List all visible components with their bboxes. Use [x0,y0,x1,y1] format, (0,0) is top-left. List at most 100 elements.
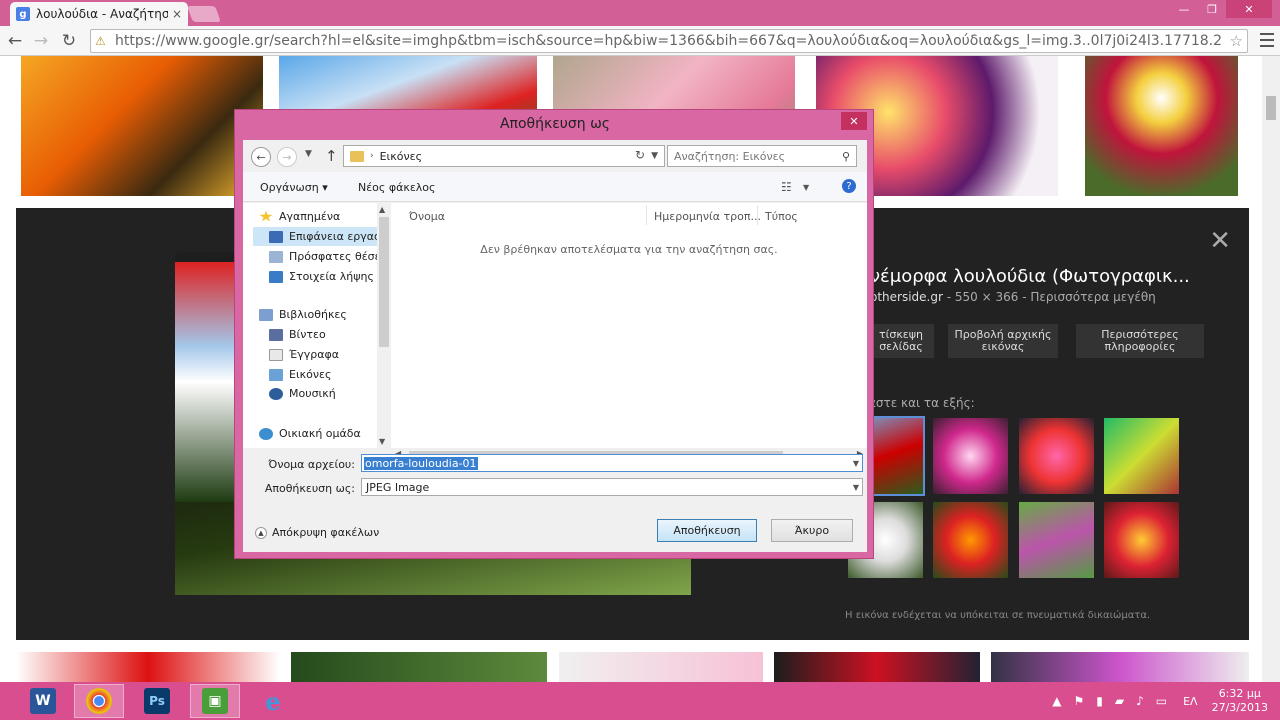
nav-recent-places[interactable]: Πρόσφατες θέσε [269,247,390,266]
image-result-thumbnail[interactable] [1085,56,1238,196]
taskbar-word[interactable]: W [18,684,68,718]
column-type-header[interactable]: Τύπος [765,210,798,223]
more-info-button[interactable]: Περισσότερες πληροφορίες [1076,324,1204,358]
visit-page-button[interactable]: τίσκεψη σελίδας [868,324,934,358]
preview-source-domain[interactable]: otherside.gr [870,290,943,304]
folder-path-box[interactable]: › Εικόνες ▼ [343,145,665,167]
page-scrollbar-thumb[interactable] [1266,96,1276,120]
nav-downloads[interactable]: Στοιχεία λήψης [269,267,390,286]
network-icon[interactable]: ▮ [1096,694,1103,708]
documents-icon [269,348,283,361]
show-hidden-icons-icon[interactable]: ▲ [1052,694,1061,708]
navigation-pane: Αγαπημένα Επιφάνεια εργασ Πρόσφατες θέσε… [243,203,391,448]
column-divider[interactable] [646,205,647,225]
action-center-flag-icon[interactable]: ⚑ [1073,694,1084,708]
taskbar-chrome[interactable] [74,684,124,718]
new-folder-button[interactable]: Νέος φάκελος [358,181,436,194]
address-bar[interactable]: ⚠ https://www.google.gr/search?hl=el&sit… [90,29,1248,53]
signal-icon[interactable]: ▰ [1115,694,1124,708]
related-image[interactable] [1019,502,1094,578]
nav-favorites[interactable]: Αγαπημένα [259,207,390,226]
search-icon[interactable]: ⚲ [842,150,850,163]
dialog-close-button[interactable]: ✕ [841,112,867,130]
organize-button[interactable]: Οργάνωση ▾ [260,181,328,194]
help-icon[interactable]: ? [842,179,856,193]
view-original-button[interactable]: Προβολή αρχικής εικόνας [948,324,1058,358]
libraries-icon [259,308,273,321]
related-image[interactable] [1019,418,1094,494]
view-dropdown-icon[interactable]: ▼ [803,183,809,192]
nav-videos[interactable]: Βίντεο [269,325,390,344]
hide-folders-toggle[interactable]: ▲ Απόκρυψη φακέλων [255,526,379,539]
preview-close-icon[interactable]: ✕ [1209,226,1231,256]
nav-homegroup[interactable]: Οικιακή ομάδα [259,424,390,443]
column-date-header[interactable]: Ημερομηνία τροπ... [654,210,761,223]
photoshop-icon: Ps [144,688,170,714]
column-name-header[interactable]: Όνομα [409,210,445,223]
path-dropdown-icon[interactable]: ▼ [651,151,658,161]
nav-music[interactable]: Μουσική [269,384,390,403]
nav-pictures[interactable]: Εικόνες [269,365,390,384]
taskbar-internet-explorer[interactable]: e [248,684,298,718]
nav-pane-scroll-thumb[interactable] [379,217,389,347]
image-result-thumbnail[interactable] [16,652,280,682]
minimize-button[interactable]: — [1170,0,1198,18]
browser-tab[interactable]: g λουλούδια - Αναζήτηση Google × [10,2,188,26]
save-button[interactable]: Αποθήκευση [657,519,757,542]
new-tab-button[interactable] [187,6,221,22]
image-result-thumbnail[interactable] [291,652,547,682]
preview-source: otherside.gr - 550 × 366 - Περισσότερα μ… [870,290,1156,304]
filename-input[interactable]: omorfa-louloudia-01 ▼ [361,454,863,472]
reload-icon[interactable]: ↻ [58,30,80,52]
chrome-menu-icon[interactable] [1260,33,1274,47]
taskbar-camtasia[interactable]: ▣ [190,684,240,718]
tab-close-icon[interactable]: × [172,7,182,21]
clock[interactable]: 6:32 μμ 27/3/2013 [1212,687,1268,715]
taskbar-photoshop[interactable]: Ps [132,684,182,718]
url-text[interactable]: https://www.google.gr/search?hl=el&site=… [115,33,1223,49]
nav-pane-scrollbar[interactable]: ▲ ▼ [377,203,391,448]
power-icon[interactable]: ▭ [1156,694,1167,708]
tab-title: λουλούδια - Αναζήτηση Google [36,7,168,21]
nav-libraries[interactable]: Βιβλιοθήκες [259,305,390,324]
volume-icon[interactable]: ♪ [1136,694,1144,708]
image-result-thumbnail[interactable] [559,652,763,682]
image-result-thumbnail[interactable] [991,652,1249,682]
browser-toolbar: ← → ↻ ⚠ https://www.google.gr/search?hl=… [0,26,1280,56]
save-type-select[interactable]: JPEG Image ▼ [361,478,863,496]
cancel-button[interactable]: Άκυρο [771,519,853,542]
path-separator-icon[interactable]: › [370,151,374,161]
preview-title[interactable]: νέμορφα λουλούδια (Φωτογραφικ... [870,266,1230,287]
view-options-icon[interactable]: ☷ [781,180,792,194]
related-image[interactable] [1104,418,1179,494]
chrome-icon [86,688,112,714]
window-close-button[interactable]: ✕ [1226,0,1272,18]
forward-arrow-icon[interactable]: → [30,30,52,52]
related-image[interactable] [933,502,1008,578]
recent-locations-dropdown-icon[interactable]: ▼ [305,149,312,159]
bookmark-star-icon[interactable]: ☆ [1230,32,1243,50]
maximize-button[interactable]: ❐ [1198,0,1226,18]
recent-places-icon [269,250,283,263]
back-arrow-icon[interactable]: ← [4,30,26,52]
scroll-up-icon[interactable]: ▲ [379,205,385,214]
folder-search-input[interactable]: Αναζήτηση: Εικόνες ⚲ [667,145,857,167]
scroll-down-icon[interactable]: ▼ [379,437,385,446]
image-result-thumbnail[interactable] [21,56,263,196]
nav-documents[interactable]: Έγγραφα [269,345,390,364]
filename-value[interactable]: omorfa-louloudia-01 [364,456,478,470]
up-folder-icon[interactable]: ↑ [325,147,338,165]
filename-dropdown-icon[interactable]: ▼ [853,459,859,468]
page-scrollbar[interactable] [1262,56,1280,682]
image-result-thumbnail[interactable] [774,652,980,682]
path-folder[interactable]: Εικόνες [380,150,422,163]
forward-icon[interactable]: → [277,147,297,167]
back-icon[interactable]: ← [251,147,271,167]
nav-desktop[interactable]: Επιφάνεια εργασ [253,227,377,246]
related-image[interactable] [933,418,1008,494]
refresh-icon[interactable]: ↻ [635,148,645,162]
related-image[interactable] [1104,502,1179,578]
save-type-dropdown-icon[interactable]: ▼ [853,483,859,492]
language-indicator[interactable]: ΕΛ [1183,695,1197,708]
column-divider[interactable] [757,205,758,225]
